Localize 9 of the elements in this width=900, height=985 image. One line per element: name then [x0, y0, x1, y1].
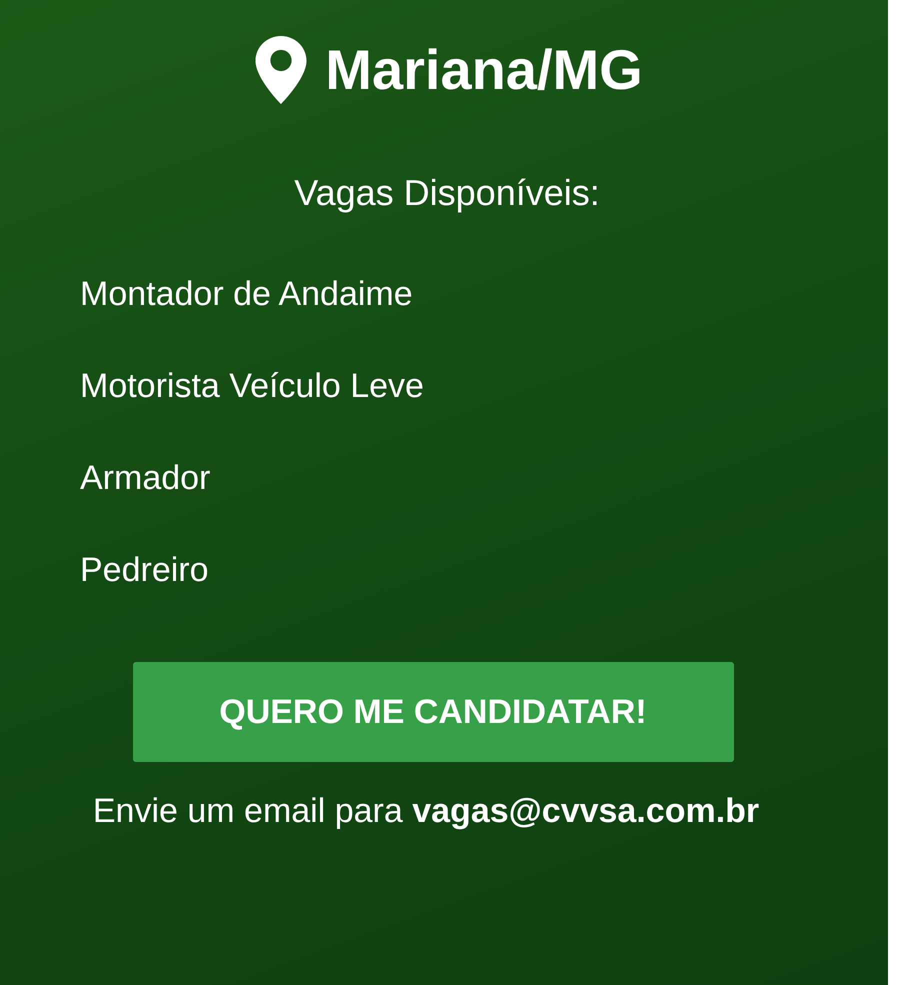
- location-title: Mariana/MG: [325, 39, 643, 101]
- location-pin-icon: [255, 36, 308, 104]
- job-title: Motorista Veículo Leve: [80, 366, 424, 406]
- job-title: Pedreiro: [80, 550, 210, 590]
- apply-button[interactable]: QUERO ME CANDIDATAR!: [132, 662, 734, 762]
- job-title: Montador de Andaime: [80, 274, 414, 314]
- section-heading: Vagas Disponíveis:: [294, 172, 600, 214]
- contact-text: Envie um email para vagas@cvvsa.com.br: [92, 792, 760, 831]
- job-title: Armador: [80, 458, 212, 498]
